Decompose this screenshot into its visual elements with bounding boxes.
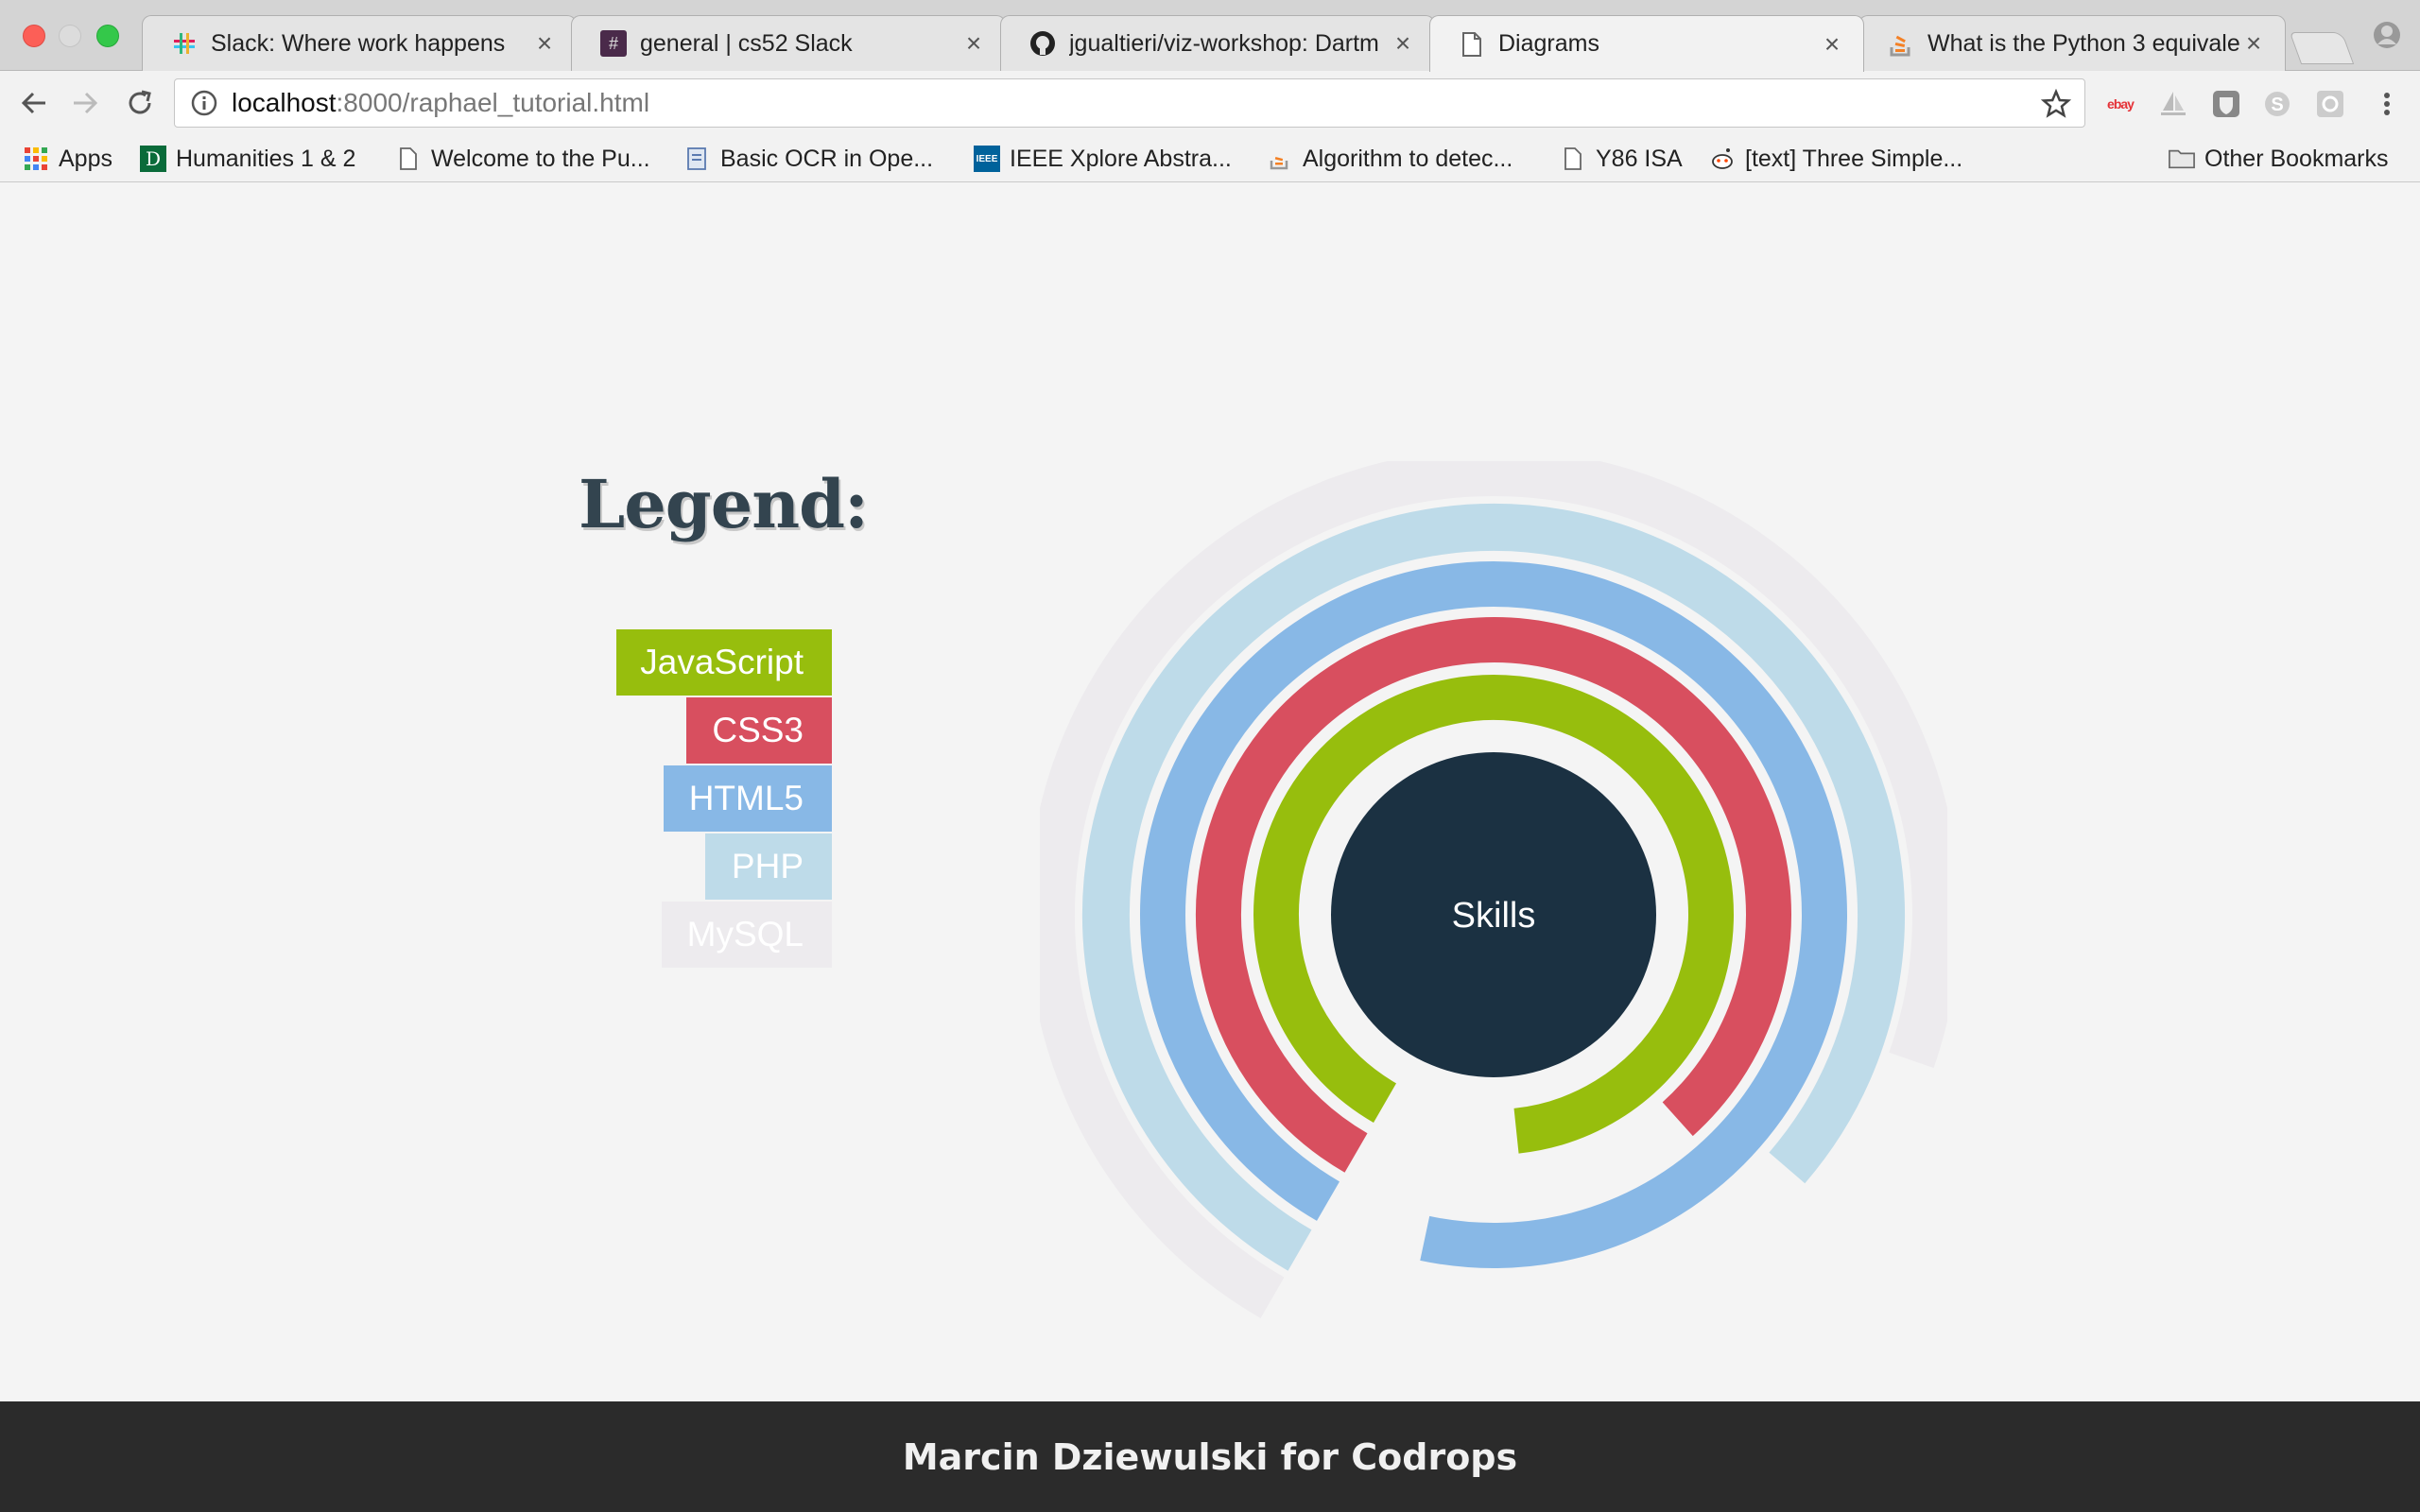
tab-diagrams[interactable]: Diagrams × — [1429, 15, 1864, 72]
new-tab-button[interactable] — [2289, 32, 2355, 64]
bookmark-apps[interactable]: Apps — [23, 140, 112, 178]
bookmarks-bar: Apps D Humanities 1 & 2 Welcome to the P… — [0, 135, 2420, 306]
ebay-extension-icon[interactable]: ebay — [2104, 88, 2136, 120]
slack-icon — [171, 30, 198, 57]
tab-github[interactable]: jgualtieri/viz-workshop: Dartm × — [1000, 15, 1435, 71]
minimize-window-button[interactable] — [59, 25, 81, 47]
tab-title: Slack: Where work happens — [211, 29, 506, 57]
tab-title: Diagrams — [1498, 30, 1599, 57]
close-window-button[interactable] — [23, 25, 45, 47]
footer: Marcin Dziewulski for Codrops — [0, 1401, 2420, 1512]
menu-kebab-icon[interactable] — [2371, 88, 2403, 120]
skype-extension-icon[interactable]: S — [2261, 88, 2293, 120]
profile-icon[interactable] — [2373, 21, 2401, 49]
close-tab-icon[interactable]: × — [961, 28, 986, 59]
legend-item-php[interactable]: PHP — [705, 833, 832, 900]
page-content: Legend: JavaScript CSS3 HTML5 PHP MySQL Skil… — [0, 183, 2420, 1402]
sailboat-extension-icon[interactable] — [2157, 88, 2189, 120]
bookmark-label: Other Bookmarks — [2204, 145, 2389, 172]
tab-slack[interactable]: Slack: Where work happens × — [142, 15, 577, 71]
close-tab-icon[interactable]: × — [1391, 28, 1415, 59]
stackoverflow-icon — [1267, 146, 1293, 172]
folder-icon — [2169, 146, 2195, 172]
legend-item-css3[interactable]: CSS3 — [686, 697, 832, 764]
tab-title: What is the Python 3 equivale — [1927, 29, 2240, 57]
bookmark-label: Humanities 1 & 2 — [176, 145, 356, 172]
hash-icon: # — [600, 30, 627, 57]
page-icon — [395, 146, 422, 172]
bookmark-y86[interactable]: Y86 ISA — [1560, 140, 1683, 178]
tab-cs52-slack[interactable]: # general | cs52 Slack × — [571, 15, 1006, 71]
doc-icon — [684, 146, 711, 172]
legend-item-mysql[interactable]: MySQL — [662, 902, 832, 968]
page-icon — [1459, 31, 1485, 58]
legend-item-javascript[interactable]: JavaScript — [616, 629, 832, 696]
bookmark-label: Welcome to the Pu... — [431, 145, 650, 172]
bookmark-ieee[interactable]: IEEE IEEE Xplore Abstra... — [974, 140, 1232, 178]
extension-gear-icon[interactable] — [2314, 88, 2346, 120]
bookmark-other[interactable]: Other Bookmarks — [2169, 140, 2389, 178]
bookmark-label: IEEE Xplore Abstra... — [1010, 145, 1232, 172]
tab-stackoverflow[interactable]: What is the Python 3 equivale × — [1858, 15, 2286, 71]
tab-title: general | cs52 Slack — [640, 29, 853, 57]
legend-item-html5[interactable]: HTML5 — [664, 765, 832, 832]
bookmark-basic-ocr[interactable]: Basic OCR in Ope... — [684, 140, 933, 178]
ieee-icon: IEEE — [974, 146, 1000, 172]
bookmark-star-icon[interactable] — [2041, 89, 2071, 119]
stackoverflow-icon — [1888, 30, 1914, 57]
github-icon — [1029, 30, 1056, 57]
dartmouth-icon: D — [140, 146, 166, 172]
bookmark-label: Y86 ISA — [1596, 145, 1683, 172]
close-tab-icon[interactable]: × — [532, 28, 557, 59]
shield-extension-icon[interactable] — [2210, 88, 2242, 120]
back-arrow-icon[interactable] — [17, 86, 51, 120]
bookmark-label: [text] Three Simple... — [1745, 145, 1963, 172]
page-icon — [1560, 146, 1586, 172]
reload-icon[interactable] — [123, 86, 157, 120]
forward-arrow-icon[interactable] — [68, 86, 102, 120]
bookmark-label: Apps — [59, 145, 112, 172]
close-tab-icon[interactable]: × — [1820, 29, 1844, 60]
url-host: localhost — [232, 88, 337, 117]
bookmark-label: Basic OCR in Ope... — [720, 145, 934, 172]
center-label: Skills — [1452, 896, 1536, 936]
skills-radial-chart: Skills — [1040, 461, 1947, 1318]
footer-credit: Marcin Dziewulski for Codrops — [902, 1435, 1518, 1478]
bookmark-algorithm[interactable]: Algorithm to detec... — [1267, 140, 1512, 178]
browser-toolbar: localhost:8000/raphael_tutorial.html eba… — [0, 71, 2420, 135]
legend-title: Legend: — [579, 465, 869, 543]
bookmark-label: Algorithm to detec... — [1303, 145, 1513, 172]
tab-title: jgualtieri/viz-workshop: Dartm — [1069, 29, 1379, 57]
url-path: :8000/raphael_tutorial.html — [336, 88, 650, 117]
address-bar[interactable]: localhost:8000/raphael_tutorial.html — [174, 78, 2085, 128]
apps-grid-icon — [23, 146, 49, 172]
tab-strip: Slack: Where work happens × # general | … — [0, 0, 2420, 72]
svg-text:S: S — [2271, 94, 2283, 115]
bookmark-reddit[interactable]: [text] Three Simple... — [1709, 140, 1962, 178]
zoom-window-button[interactable] — [96, 25, 119, 47]
bookmark-humanities[interactable]: D Humanities 1 & 2 — [140, 140, 355, 178]
bookmark-welcome[interactable]: Welcome to the Pu... — [395, 140, 650, 178]
close-tab-icon[interactable]: × — [2241, 28, 2266, 59]
info-icon[interactable] — [190, 89, 218, 117]
reddit-icon — [1709, 146, 1736, 172]
